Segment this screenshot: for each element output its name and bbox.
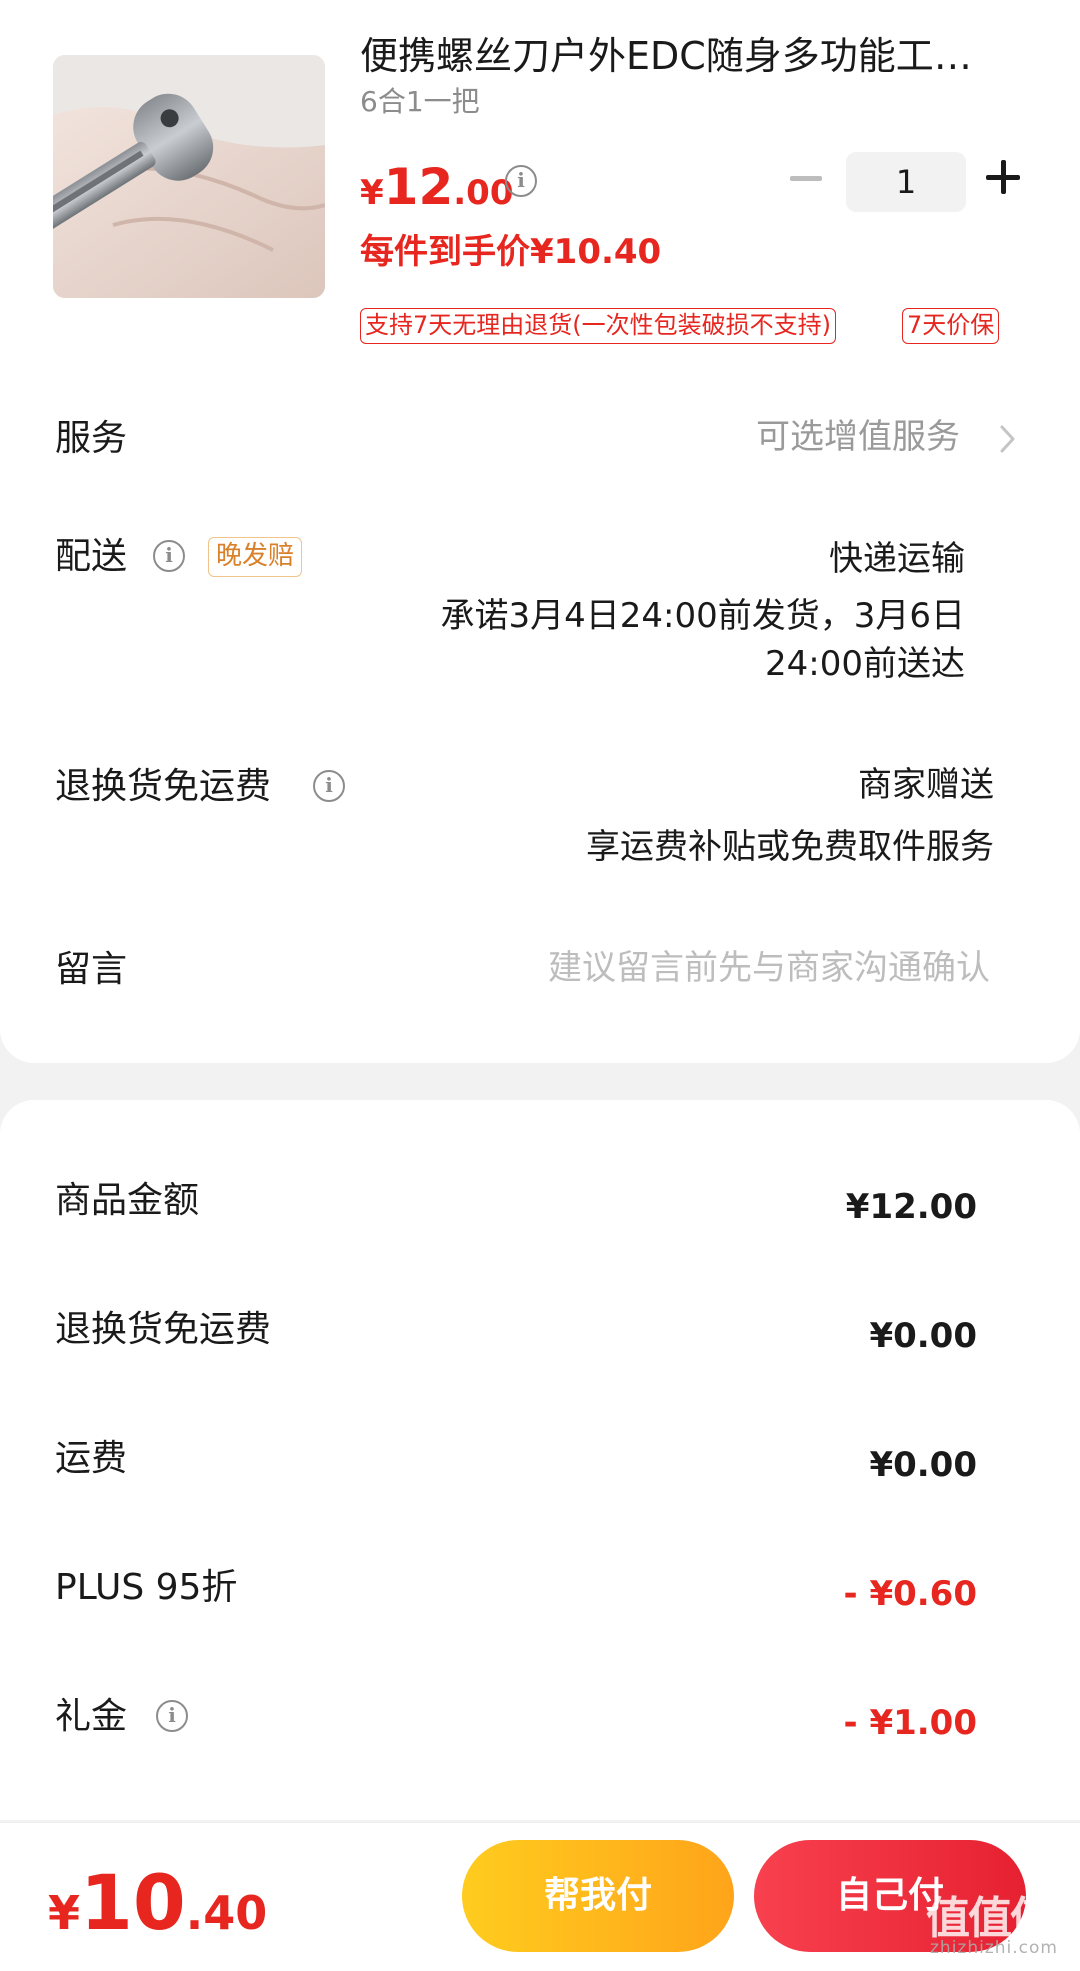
summary-value-return-shipping: ¥0.00: [869, 1316, 977, 1356]
message-input[interactable]: 建议留言前先与商家沟通确认: [548, 945, 990, 991]
total-currency: ¥: [48, 1886, 81, 1940]
summary-value-shipping: ¥0.00: [869, 1445, 977, 1485]
delivery-promise: 承诺3月4日24:00前发货，3月6日24:00前送达: [440, 596, 965, 684]
watermark-logo: 值值值: [926, 1893, 1054, 1944]
summary-label-goods: 商品金额: [55, 1180, 200, 1221]
late-delivery-badge: 晚发赔: [208, 537, 303, 577]
total-price: ¥10.40: [48, 1858, 267, 1947]
return-shipping-info-icon[interactable]: i: [313, 770, 345, 802]
summary-label-return-shipping: 退换货免运费: [55, 1309, 272, 1350]
return-shipping-sub: 享运费补贴或免费取件服务: [586, 827, 994, 867]
product-spec: 6合1一把: [360, 85, 480, 118]
price-protect-tag: 7天价保: [902, 308, 1000, 344]
message-label: 留言: [55, 949, 128, 990]
help-me-pay-button[interactable]: 帮我付: [462, 1840, 734, 1952]
gift-info-icon[interactable]: i: [156, 1700, 188, 1732]
summary-value-plus-discount: - ¥0.60: [843, 1574, 978, 1614]
unit-price: ¥12.00: [360, 158, 514, 216]
watermark-url: zhizhizhi.com: [930, 1938, 1058, 1958]
quantity-input[interactable]: 1: [846, 152, 966, 212]
watermark: 值值值 zhizhizhi.com: [926, 1882, 1076, 1962]
total-decimal: .40: [185, 1886, 268, 1940]
product-title[interactable]: 便携螺丝刀户外EDC随身多功能工具钥匙6合1: [360, 30, 1000, 82]
summary-label-plus-discount: PLUS 95折: [55, 1567, 238, 1608]
delivery-info-icon[interactable]: i: [153, 540, 185, 572]
return-policy-tag: 支持7天无理由退货(一次性包装破损不支持): [360, 308, 836, 344]
service-label: 服务: [55, 418, 128, 459]
delivery-method: 快递运输: [829, 539, 965, 579]
return-shipping-value: 商家赠送: [858, 765, 994, 805]
price-integer: 12: [383, 158, 454, 216]
price-currency: ¥: [360, 173, 384, 213]
summary-value-gift: - ¥1.00: [843, 1703, 978, 1743]
key-tool-photo: [53, 55, 325, 298]
product-image[interactable]: [53, 55, 325, 298]
delivery-label: 配送: [55, 536, 128, 577]
chevron-right-icon[interactable]: [1000, 425, 1016, 453]
quantity-increase-button[interactable]: [986, 160, 1020, 194]
price-info-icon[interactable]: i: [505, 165, 537, 197]
summary-label-gift: 礼金: [55, 1696, 128, 1737]
quantity-decrease-button[interactable]: [790, 176, 822, 181]
total-integer: 10: [80, 1858, 186, 1947]
summary-label-shipping: 运费: [55, 1438, 128, 1479]
return-shipping-label: 退换货免运费: [55, 766, 272, 807]
summary-value-goods: ¥12.00: [845, 1187, 977, 1227]
final-unit-price: 每件到手价¥10.40: [360, 232, 662, 272]
service-value[interactable]: 可选增值服务: [756, 414, 960, 460]
